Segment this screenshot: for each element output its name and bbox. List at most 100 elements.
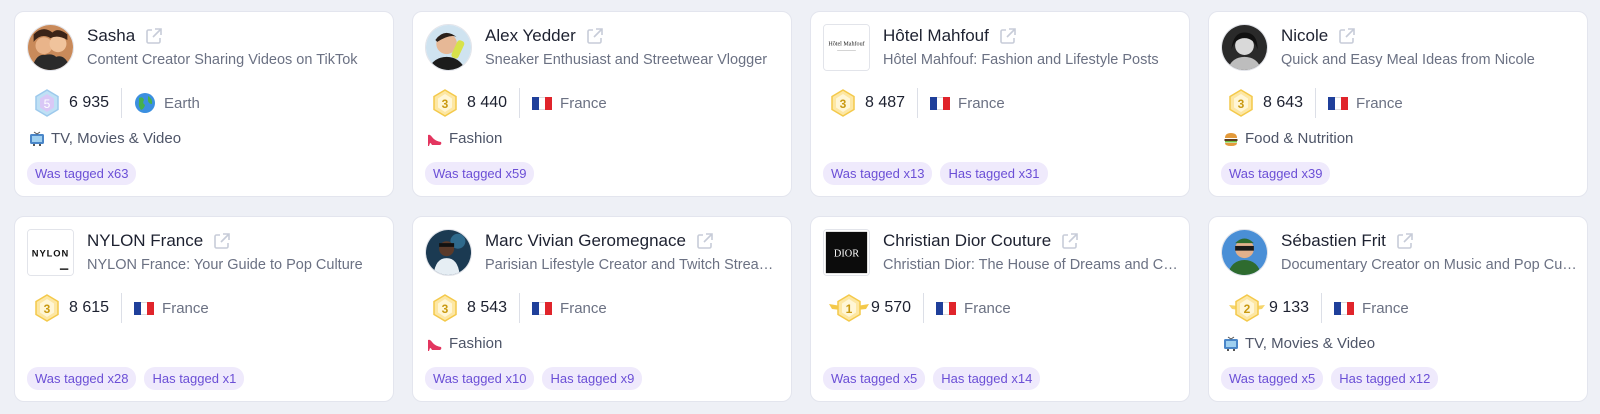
rank-number: 3 xyxy=(840,97,847,111)
globe-icon xyxy=(135,93,156,113)
tags: Was tagged x39 xyxy=(1221,162,1331,185)
rank-number: 3 xyxy=(442,302,449,316)
rank-number: 1 xyxy=(846,302,853,316)
burger-icon xyxy=(1224,132,1238,146)
logo-text: Hôtel Mahfouf xyxy=(828,41,865,48)
rank-badge-icon: 3 xyxy=(433,89,457,117)
avatar[interactable] xyxy=(27,24,74,71)
avatar[interactable] xyxy=(425,229,472,276)
divider xyxy=(923,293,925,323)
tags: Was tagged x5 Has tagged x12 xyxy=(1221,367,1439,390)
external-link-icon[interactable] xyxy=(145,27,163,45)
divider xyxy=(519,293,521,323)
france-flag-icon xyxy=(930,96,951,110)
creator-card[interactable]: Hôtel Mahfouf Hôtel Mahfouf Hôtel Mahfou… xyxy=(810,11,1190,197)
external-link-icon[interactable] xyxy=(1396,232,1414,250)
location: Earth xyxy=(164,94,200,112)
name-row: NYLON France xyxy=(87,231,231,251)
avatar[interactable] xyxy=(1221,24,1268,71)
tag-pill[interactable]: Was tagged x63 xyxy=(27,162,137,185)
creator-name[interactable]: Marc Vivian Geromegnace xyxy=(485,231,686,251)
avatar[interactable]: DIOR xyxy=(823,229,870,276)
avatar[interactable] xyxy=(1221,229,1268,276)
tag-pill[interactable]: Has tagged x14 xyxy=(933,367,1041,390)
creator-card[interactable]: NYLON NYLON France NYLON France: Your Gu… xyxy=(14,216,394,402)
name-row: Christian Dior Couture xyxy=(883,231,1079,251)
rank-badge-winged-icon: 1 xyxy=(829,294,869,322)
stats-row: 3 8 615 France xyxy=(33,293,209,323)
rank-badge-winged-icon: 2 xyxy=(1229,294,1265,322)
tag-pill[interactable]: Has tagged x12 xyxy=(1331,367,1439,390)
rank-number: 3 xyxy=(1238,97,1245,111)
creator-name[interactable]: Hôtel Mahfouf xyxy=(883,26,989,46)
name-row: Sébastien Frit xyxy=(1281,231,1414,251)
divider xyxy=(121,293,123,323)
tag-pill[interactable]: Was tagged x10 xyxy=(425,367,535,390)
external-link-icon[interactable] xyxy=(213,232,231,250)
rank-badge-icon: 5 xyxy=(35,89,59,117)
divider xyxy=(121,88,123,118)
category-label: Fashion xyxy=(449,130,503,147)
creator-card[interactable]: Sasha Content Creator Sharing Videos on … xyxy=(14,11,394,197)
tag-pill[interactable]: Has tagged x31 xyxy=(940,162,1048,185)
tag-pill[interactable]: Was tagged x59 xyxy=(425,162,535,185)
category: Fashion xyxy=(427,335,502,352)
creator-card[interactable]: Marc Vivian Geromegnace Parisian Lifesty… xyxy=(412,216,792,402)
creator-name[interactable]: NYLON France xyxy=(87,231,203,251)
stats-row: 2 9 133 France xyxy=(1227,293,1409,323)
divider xyxy=(1321,293,1323,323)
external-link-icon[interactable] xyxy=(1338,27,1356,45)
creator-description: Hôtel Mahfouf: Fashion and Lifestyle Pos… xyxy=(883,52,1159,68)
name-row: Nicole xyxy=(1281,26,1356,46)
score: 8 643 xyxy=(1263,94,1304,111)
creator-name[interactable]: Nicole xyxy=(1281,26,1328,46)
creator-name[interactable]: Sébastien Frit xyxy=(1281,231,1386,251)
score: 6 935 xyxy=(69,94,110,111)
tag-pill[interactable]: Has tagged x9 xyxy=(542,367,643,390)
creator-card[interactable]: Sébastien Frit Documentary Creator on Mu… xyxy=(1208,216,1588,402)
external-link-icon[interactable] xyxy=(999,27,1017,45)
creator-card[interactable]: Alex Yedder Sneaker Enthusiast and Stree… xyxy=(412,11,792,197)
creator-name[interactable]: Sasha xyxy=(87,26,135,46)
tag-pill[interactable]: Was tagged x39 xyxy=(1221,162,1331,185)
external-link-icon[interactable] xyxy=(696,232,714,250)
tags: Was tagged x13 Has tagged x31 xyxy=(823,162,1048,185)
stats-row: 3 8 440 France xyxy=(431,88,607,118)
creator-grid: Sasha Content Creator Sharing Videos on … xyxy=(0,0,1600,414)
france-flag-icon xyxy=(134,301,155,315)
creator-description: Christian Dior: The House of Dreams and … xyxy=(883,257,1179,273)
creator-card[interactable]: DIOR Christian Dior Couture Christian Di… xyxy=(810,216,1190,402)
creator-description: NYLON France: Your Guide to Pop Culture xyxy=(87,257,363,273)
stats-row: 1 9 570 France xyxy=(829,293,1011,323)
avatar[interactable]: NYLON xyxy=(27,229,74,276)
avatar[interactable]: Hôtel Mahfouf xyxy=(823,24,870,71)
tag-pill[interactable]: Was tagged x5 xyxy=(1221,367,1324,390)
tag-pill[interactable]: Was tagged x28 xyxy=(27,367,137,390)
external-link-icon[interactable] xyxy=(586,27,604,45)
tv-icon xyxy=(1224,336,1238,351)
france-flag-icon xyxy=(532,301,553,315)
external-link-icon[interactable] xyxy=(1061,232,1079,250)
heel-icon xyxy=(428,339,442,351)
creator-card[interactable]: Nicole Quick and Easy Meal Ideas from Ni… xyxy=(1208,11,1588,197)
category: TV, Movies & Video xyxy=(1223,335,1375,352)
category: Food & Nutrition xyxy=(1223,130,1353,147)
tag-pill[interactable]: Was tagged x13 xyxy=(823,162,933,185)
rank-badge-icon: 3 xyxy=(35,294,59,322)
location: France xyxy=(1356,94,1403,112)
tag-pill[interactable]: Has tagged x1 xyxy=(144,367,245,390)
rank-badge-icon: 3 xyxy=(831,89,855,117)
logo-text: NYLON xyxy=(32,248,69,258)
name-row: Marc Vivian Geromegnace xyxy=(485,231,714,251)
avatar[interactable] xyxy=(425,24,472,71)
creator-name[interactable]: Christian Dior Couture xyxy=(883,231,1051,251)
name-row: Sasha xyxy=(87,26,163,46)
score: 8 543 xyxy=(467,299,508,316)
category-label: TV, Movies & Video xyxy=(1245,335,1376,352)
creator-description: Sneaker Enthusiast and Streetwear Vlogge… xyxy=(485,52,768,68)
tag-pill[interactable]: Was tagged x5 xyxy=(823,367,926,390)
stats-row: 3 8 543 France xyxy=(431,293,607,323)
score: 8 615 xyxy=(69,299,110,316)
creator-name[interactable]: Alex Yedder xyxy=(485,26,576,46)
location: France xyxy=(958,94,1005,112)
